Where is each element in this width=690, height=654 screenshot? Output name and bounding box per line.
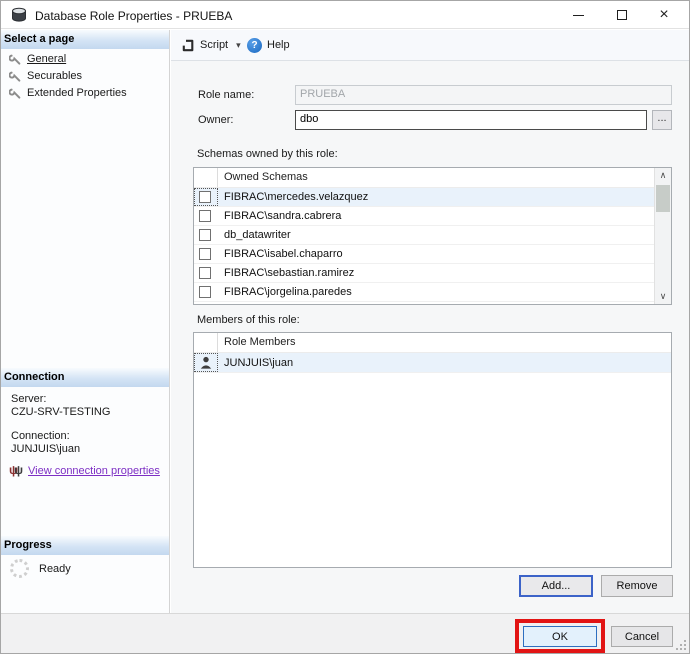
vertical-scrollbar[interactable]: ∧ ∨ (654, 168, 671, 304)
table-row[interactable]: db_datawriter (194, 226, 654, 245)
chevron-down-icon: ▾ (236, 40, 241, 51)
table-row[interactable]: FIBRAC\sebastian.ramirez (194, 264, 654, 283)
checkbox[interactable] (199, 248, 211, 260)
checkbox-cell (194, 207, 218, 225)
scroll-down-icon[interactable]: ∨ (655, 289, 671, 304)
minimize-icon (573, 15, 584, 16)
schemas-owned-label: Schemas owned by this role: (197, 148, 338, 160)
sidebar-item-securables[interactable]: Securables (1, 70, 169, 86)
maximize-icon (617, 10, 627, 20)
spinner-icon (10, 559, 29, 578)
script-button[interactable]: Script ▾ (182, 30, 241, 60)
checkbox-column-header (194, 168, 218, 187)
server-label: Server: (11, 393, 46, 405)
remove-button[interactable]: Remove (601, 575, 673, 597)
sidebar: Select a page General Securables Extende… (1, 30, 170, 613)
help-icon: ? (247, 38, 262, 53)
schema-name: FIBRAC\isabel.chaparro (224, 248, 343, 260)
close-icon: × (659, 7, 668, 23)
script-label: Script (200, 39, 228, 51)
help-label: Help (267, 39, 290, 51)
role-name-field: PRUEBA (295, 85, 672, 105)
dialog-database-role-properties: Database Role Properties - PRUEBA × Sele… (0, 0, 690, 654)
role-members-column-header: Role Members (224, 336, 296, 348)
view-connection-properties-link[interactable]: ψψ View connection properties (9, 464, 160, 478)
table-row[interactable]: FIBRAC\jorgelina.paredes (194, 283, 654, 302)
checkbox-cell (194, 226, 218, 244)
schema-name: FIBRAC\mercedes.velazquez (224, 191, 368, 203)
sidebar-item-label: General (27, 53, 66, 65)
database-icon (11, 7, 27, 23)
members-label: Members of this role: (197, 314, 300, 326)
scrollbar-thumb[interactable] (656, 185, 670, 212)
owned-schemas-column-header: Owned Schemas (224, 171, 308, 183)
select-a-page-header: Select a page (1, 30, 169, 49)
script-icon (182, 39, 195, 52)
resize-grip[interactable] (684, 648, 686, 650)
connection-value: JUNJUIS\juan (11, 443, 80, 455)
icon-column-header (194, 333, 218, 352)
checkbox-cell (194, 283, 218, 301)
member-name: JUNJUIS\juan (224, 357, 293, 369)
user-icon (199, 356, 213, 370)
help-button[interactable]: ? Help (247, 30, 290, 60)
cancel-button[interactable]: Cancel (611, 626, 673, 647)
owner-label: Owner: (198, 114, 233, 126)
checkbox[interactable] (199, 229, 211, 241)
table-row[interactable]: FIBRAC\sandra.cabrera (194, 207, 654, 226)
owner-browse-button[interactable]: ... (652, 110, 672, 130)
scroll-up-icon[interactable]: ∧ (655, 168, 671, 183)
role-members-list: Role Members JUNJUIS\juan (193, 332, 672, 568)
progress-status: Ready (39, 563, 71, 575)
checkbox-cell (194, 245, 218, 263)
connection-header: Connection (1, 368, 169, 387)
minimize-button[interactable] (559, 1, 597, 29)
window-title: Database Role Properties - PRUEBA (35, 9, 232, 23)
owner-field[interactable]: dbo (295, 110, 647, 130)
wrench-icon (9, 54, 21, 66)
member-icon-cell (194, 353, 218, 372)
owned-schemas-header-row: Owned Schemas (194, 168, 671, 188)
table-row[interactable]: FIBRAC\mercedes.velazquez (194, 188, 654, 207)
checkbox-cell (194, 188, 218, 206)
maximize-button[interactable] (603, 1, 641, 29)
ok-button[interactable]: OK (523, 626, 597, 647)
wrench-icon (9, 71, 21, 83)
add-button[interactable]: Add... (519, 575, 593, 597)
checkbox[interactable] (199, 286, 211, 298)
toolbar: Script ▾ ? Help (171, 30, 689, 61)
checkbox-cell (194, 264, 218, 282)
schema-name: FIBRAC\sandra.cabrera (224, 210, 341, 222)
table-row[interactable]: FIBRAC\isabel.chaparro (194, 245, 654, 264)
schema-name: db_datawriter (224, 229, 291, 241)
checkbox[interactable] (199, 267, 211, 279)
sidebar-item-label: Extended Properties (27, 87, 127, 99)
schema-name: FIBRAC\sebastian.ramirez (224, 267, 354, 279)
connection-properties-icon: ψψ (9, 464, 23, 478)
progress-header: Progress (1, 536, 169, 555)
sidebar-item-extended-properties[interactable]: Extended Properties (1, 87, 169, 103)
role-name-label: Role name: (198, 89, 254, 101)
wrench-icon (9, 88, 21, 100)
title-bar: Database Role Properties - PRUEBA × (1, 1, 689, 29)
close-button[interactable]: × (645, 1, 683, 29)
role-members-header-row: Role Members (194, 333, 671, 353)
checkbox[interactable] (199, 191, 211, 203)
server-value: CZU-SRV-TESTING (11, 406, 110, 418)
sidebar-item-label: Securables (27, 70, 82, 82)
owned-schemas-list: Owned Schemas FIBRAC\mercedes.velazquez … (193, 167, 672, 305)
connection-label: Connection: (11, 430, 70, 442)
checkbox[interactable] (199, 210, 211, 222)
sidebar-item-general[interactable]: General (1, 53, 169, 69)
table-row[interactable]: JUNJUIS\juan (194, 353, 671, 373)
schema-name: FIBRAC\jorgelina.paredes (224, 286, 352, 298)
link-label: View connection properties (28, 465, 160, 477)
